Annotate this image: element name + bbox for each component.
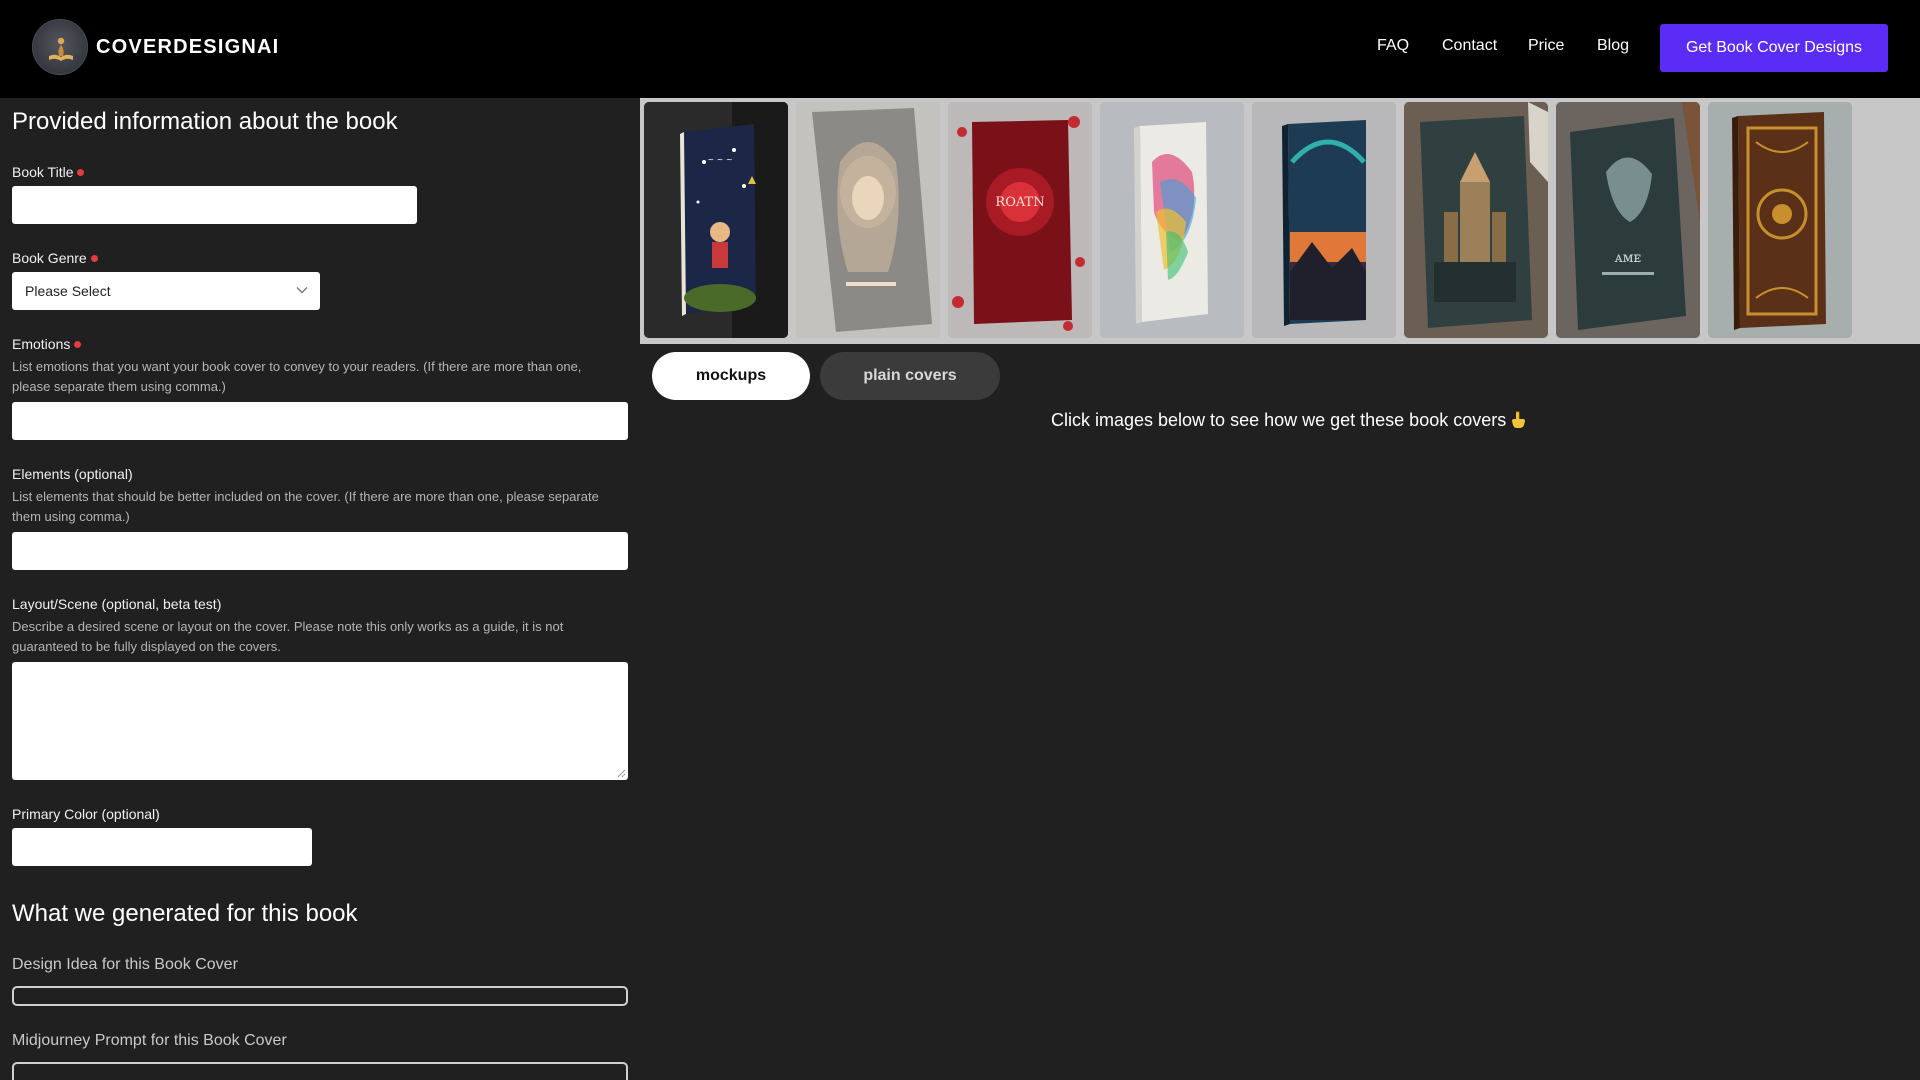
cover-mockup-2[interactable]	[796, 102, 940, 338]
cover-title-text: ᴀᴍᴇ	[1614, 250, 1642, 266]
nav-blog[interactable]: Blog	[1597, 37, 1629, 55]
cover-mockup-8[interactable]	[1708, 102, 1852, 338]
primary-color-label: Primary Color (optional)	[12, 806, 160, 822]
design-idea-label: Design Idea for this Book Cover	[12, 956, 238, 973]
gallery-hint: Click images below to see how we get the…	[1051, 410, 1527, 431]
design-idea-output[interactable]	[12, 986, 628, 1006]
generated-heading: What we generated for this book	[12, 900, 358, 927]
dark-gothic-cover-image: ᴀᴍᴇ	[1556, 102, 1700, 338]
tab-mockups[interactable]: mockups	[652, 352, 810, 400]
midjourney-prompt-label: Midjourney Prompt for this Book Cover	[12, 1032, 287, 1049]
emotions-label: Emotions	[12, 336, 82, 352]
layout-scene-label: Layout/Scene (optional, beta test)	[12, 596, 222, 612]
elements-help: List elements that should be better incl…	[12, 489, 599, 524]
book-genre-selected: Please Select	[25, 283, 111, 299]
cover-mockup-1[interactable]: ~ ~ ~	[644, 102, 788, 338]
emotions-input[interactable]	[12, 402, 628, 440]
cover-title-text: ROATN	[995, 195, 1044, 210]
nav-faq[interactable]: FAQ	[1377, 37, 1409, 55]
get-book-cover-designs-button[interactable]: Get Book Cover Designs	[1660, 24, 1888, 72]
primary-color-input[interactable]	[12, 828, 312, 866]
cover-mockup-7[interactable]: ᴀᴍᴇ	[1556, 102, 1700, 338]
required-indicator	[74, 340, 82, 348]
storybook-cover-image: ~ ~ ~	[644, 102, 788, 338]
book-title-input[interactable]	[12, 186, 417, 224]
brand-name[interactable]: COVERDESIGNAI	[96, 36, 279, 59]
book-genre-select[interactable]: Please Select	[12, 272, 320, 310]
required-indicator	[77, 168, 85, 176]
book-title-label: Book Title	[12, 164, 85, 180]
cover-gallery: ~ ~ ~ ROATN ᴀᴍᴇ	[640, 98, 1920, 344]
nav-contact[interactable]: Contact	[1442, 37, 1497, 55]
top-header: COVERDESIGNAI FAQ Contact Price Blog Get…	[0, 0, 1920, 98]
tab-plain-covers[interactable]: plain covers	[820, 352, 1000, 400]
elements-input[interactable]	[12, 532, 628, 570]
fantasy-castle-cover-image	[1404, 102, 1548, 338]
cover-mockup-5[interactable]	[1252, 102, 1396, 338]
required-indicator	[90, 254, 98, 262]
book-genre-label: Book Genre	[12, 250, 98, 266]
chevron-down-icon	[296, 287, 308, 294]
svg-text:~ ~ ~: ~ ~ ~	[707, 155, 732, 164]
cover-mockup-3[interactable]: ROATN	[948, 102, 1092, 338]
layout-scene-help: Describe a desired scene or layout on th…	[12, 619, 564, 654]
elements-label: Elements (optional)	[12, 466, 133, 482]
logo[interactable]	[32, 19, 88, 75]
watercolor-cover-image	[1100, 102, 1244, 338]
cosmic-sunset-cover-image	[1252, 102, 1396, 338]
layout-scene-textarea[interactable]	[12, 662, 628, 780]
cover-mockup-6[interactable]	[1404, 102, 1548, 338]
resize-handle-icon[interactable]	[616, 768, 626, 778]
red-roses-cover-image: ROATN	[948, 102, 1092, 338]
book-logo-icon	[49, 37, 73, 61]
cover-mockup-4[interactable]	[1100, 102, 1244, 338]
emotions-help: List emotions that you want your book co…	[12, 359, 582, 394]
nav-price[interactable]: Price	[1528, 37, 1564, 55]
provided-info-heading: Provided information about the book	[12, 108, 398, 135]
pointing-down-icon	[1512, 411, 1526, 428]
fantasy-woman-cover-image	[796, 102, 940, 338]
ornate-gold-cover-image	[1708, 102, 1852, 338]
midjourney-prompt-output[interactable]	[12, 1062, 628, 1080]
